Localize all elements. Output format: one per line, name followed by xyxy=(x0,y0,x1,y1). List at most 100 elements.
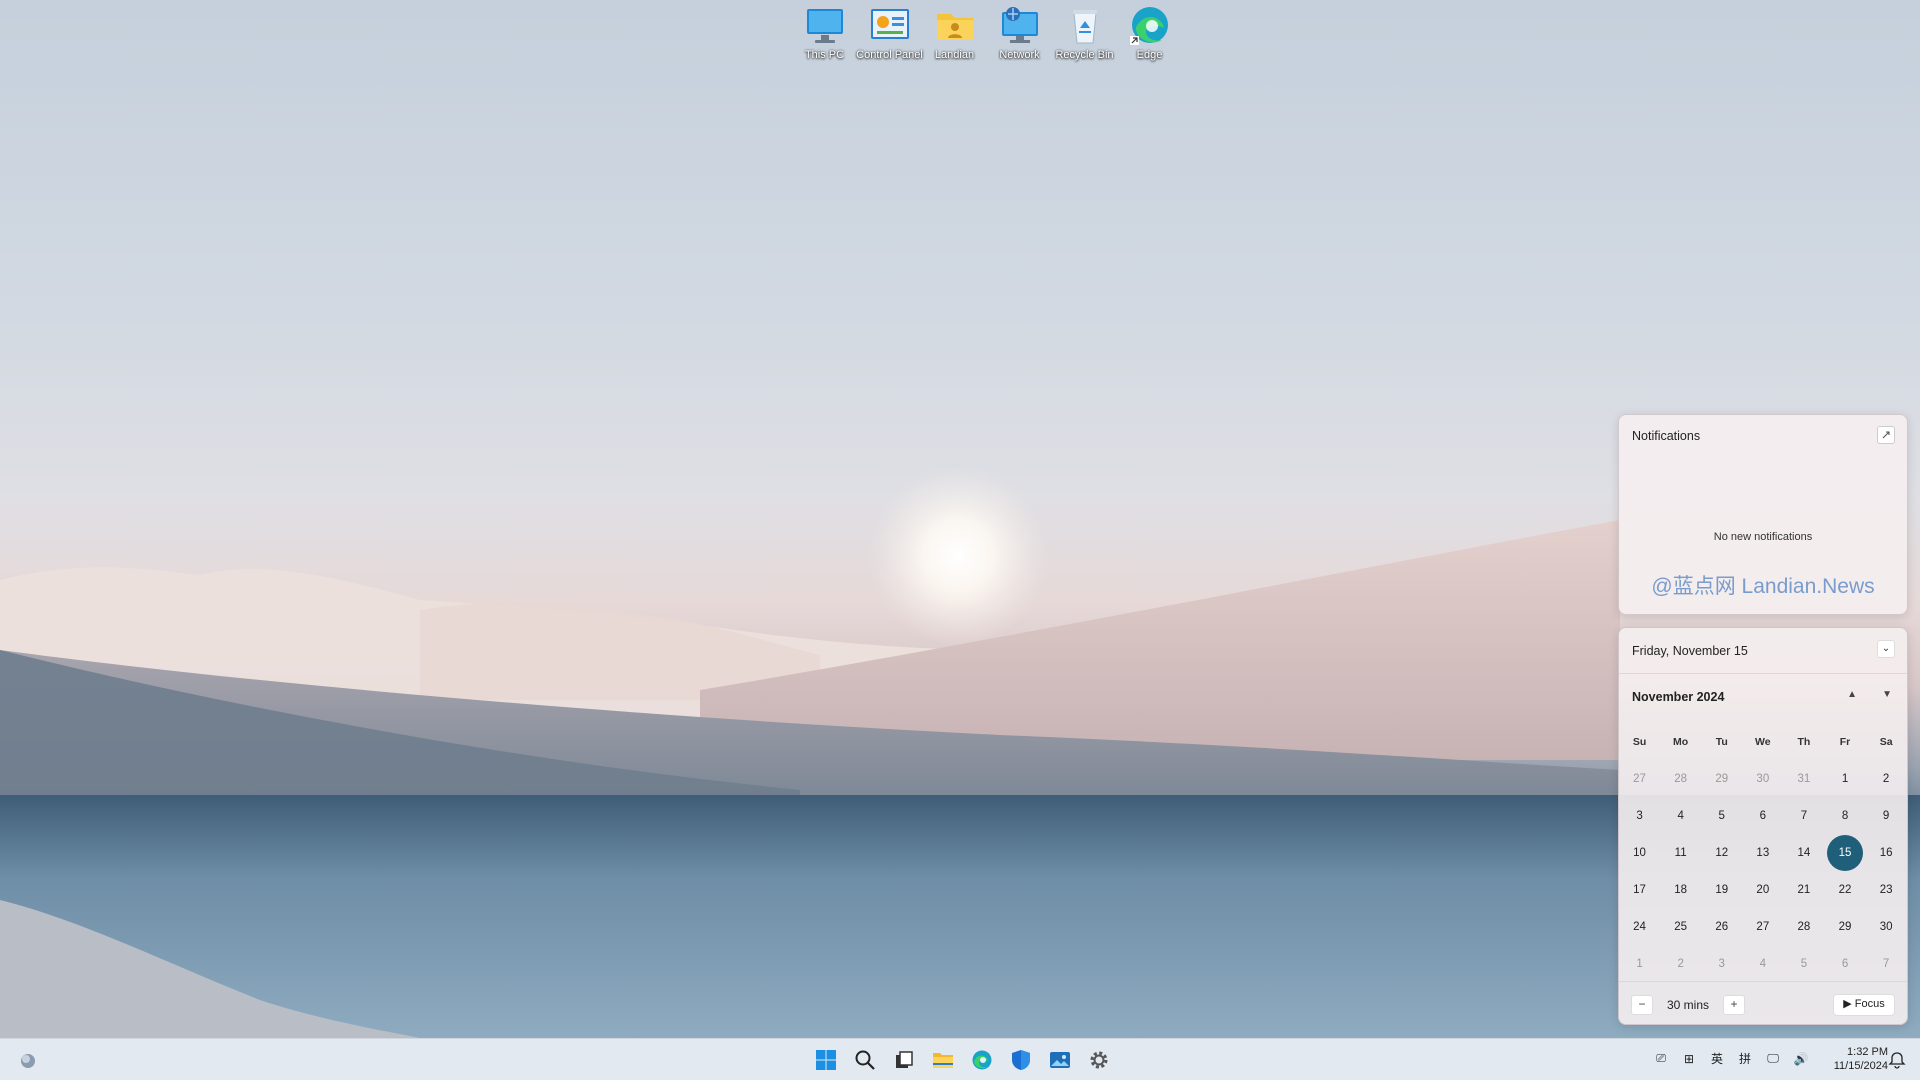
ime-indicator[interactable]: 拼 xyxy=(1736,1050,1754,1067)
calendar-day[interactable]: 28 xyxy=(1660,760,1701,797)
calendar-day[interactable]: 27 xyxy=(1619,760,1660,797)
calendar-day[interactable]: 5 xyxy=(1783,945,1824,982)
calendar-day[interactable]: 14 xyxy=(1783,834,1824,871)
monitor-icon xyxy=(806,9,843,43)
calendar-day[interactable]: 1 xyxy=(1619,945,1660,982)
calendar-day[interactable]: 7 xyxy=(1866,945,1907,982)
calendar-day[interactable]: 30 xyxy=(1866,908,1907,945)
calendar-day-number: 16 xyxy=(1879,846,1893,859)
search-button[interactable] xyxy=(851,1046,879,1074)
desktop-icon-network[interactable]: Network xyxy=(987,4,1052,61)
desktop-icon-landian[interactable]: Landian xyxy=(922,4,987,61)
file-explorer-button[interactable] xyxy=(929,1046,957,1074)
windows-security-button[interactable] xyxy=(1007,1046,1035,1074)
calendar-day[interactable]: 3 xyxy=(1701,945,1742,982)
notification-settings-button[interactable] xyxy=(1877,426,1895,444)
desktop-icon-recycle-bin[interactable]: Recycle Bin xyxy=(1052,4,1117,61)
calendar-day-number: 4 xyxy=(1677,809,1684,822)
calendar-day[interactable]: 7 xyxy=(1783,797,1824,834)
focus-increase-button[interactable]: + xyxy=(1723,995,1745,1015)
task-view-button[interactable] xyxy=(890,1046,918,1074)
calendar-day[interactable]: 18 xyxy=(1660,871,1701,908)
photos-icon xyxy=(1050,1052,1070,1068)
taskbar-apps xyxy=(812,1046,1113,1074)
calendar-day[interactable]: 29 xyxy=(1824,908,1865,945)
app-tray-icon[interactable]: ⊞ xyxy=(1680,1052,1698,1066)
volume-icon[interactable]: 🔊 xyxy=(1792,1052,1810,1066)
calendar-day[interactable]: 6 xyxy=(1824,945,1865,982)
previous-month-button[interactable]: ▲ xyxy=(1847,689,1857,700)
calendar-day[interactable]: 11 xyxy=(1660,834,1701,871)
calendar-day[interactable]: 9 xyxy=(1866,797,1907,834)
calendar-day[interactable]: 25 xyxy=(1660,908,1701,945)
calendar-day[interactable]: 30 xyxy=(1742,760,1783,797)
calendar-day[interactable]: 29 xyxy=(1701,760,1742,797)
calendar-day-number: 2 xyxy=(1677,957,1684,970)
calendar-day-number: 1 xyxy=(1636,957,1643,970)
calendar-day-number: 31 xyxy=(1797,772,1811,785)
calendar-day[interactable]: 21 xyxy=(1783,871,1824,908)
calendar-day[interactable]: 28 xyxy=(1783,908,1824,945)
calendar-day[interactable]: 23 xyxy=(1866,871,1907,908)
calendar-day-number: 3 xyxy=(1718,957,1725,970)
calendar-day-number: 15 xyxy=(1827,834,1864,871)
desktop-icon-label: This PC xyxy=(804,49,845,61)
focus-start-button[interactable]: ▶ Focus xyxy=(1833,994,1895,1016)
system-tray: ⎚ ⊞ 英 拼 🖵 🔊 xyxy=(1652,1050,1810,1067)
notification-bell-icon[interactable] xyxy=(1888,1051,1906,1069)
weather-widget-icon[interactable] xyxy=(18,1050,38,1070)
desktop-icon-control-panel[interactable]: Control Panel xyxy=(856,4,923,61)
calendar-day[interactable]: 22 xyxy=(1824,871,1865,908)
input-mode-indicator[interactable]: 英 xyxy=(1708,1050,1726,1067)
calendar-day[interactable]: 4 xyxy=(1742,945,1783,982)
calendar-date-header: Friday, November 15 xyxy=(1632,644,1748,658)
calendar-weekday: Mo xyxy=(1673,735,1689,748)
calendar-day[interactable]: 26 xyxy=(1701,908,1742,945)
calendar-day-number: 3 xyxy=(1636,809,1643,822)
calendar-day[interactable]: 19 xyxy=(1701,871,1742,908)
windows-icon xyxy=(816,1050,836,1070)
next-month-button[interactable]: ▼ xyxy=(1882,689,1892,700)
calendar-day-number: 5 xyxy=(1800,957,1808,970)
calendar-day-number: 17 xyxy=(1633,883,1646,896)
edge-button[interactable] xyxy=(968,1046,996,1074)
clock-date: 11/15/2024 xyxy=(1833,1060,1888,1072)
calendar-day[interactable]: 31 xyxy=(1783,760,1824,797)
photos-button[interactable] xyxy=(1046,1046,1074,1074)
network-status-icon[interactable]: 🖵 xyxy=(1764,1051,1782,1066)
calendar-day[interactable]: 1 xyxy=(1824,760,1865,797)
desktop-icon-label: Control Panel xyxy=(856,49,923,61)
calendar-day-number: 21 xyxy=(1797,883,1811,896)
calendar-day[interactable]: 10 xyxy=(1619,834,1660,871)
calendar-day[interactable]: 8 xyxy=(1824,797,1865,834)
calendar-day[interactable]: 13 xyxy=(1742,834,1783,871)
calendar-day-number: 18 xyxy=(1674,883,1688,896)
calendar-day[interactable]: 17 xyxy=(1619,871,1660,908)
calendar-day[interactable]: 3 xyxy=(1619,797,1660,834)
calendar-day[interactable]: 27 xyxy=(1742,908,1783,945)
calendar-day[interactable]: 20 xyxy=(1742,871,1783,908)
divider xyxy=(1619,673,1907,674)
calendar-day[interactable]: 6 xyxy=(1742,797,1783,834)
calendar-day[interactable]: 24 xyxy=(1619,908,1660,945)
calendar-day[interactable]: 5 xyxy=(1701,797,1742,834)
desktop-icon-edge[interactable]: Edge xyxy=(1117,4,1182,61)
calendar-day[interactable]: 12 xyxy=(1701,834,1742,871)
focus-decrease-button[interactable]: − xyxy=(1631,995,1653,1015)
calendar-day[interactable]: 4 xyxy=(1660,797,1701,834)
calendar-day[interactable]: 2 xyxy=(1660,945,1701,982)
calendar-day-number: 23 xyxy=(1879,883,1893,896)
calendar-day[interactable]: 2 xyxy=(1866,760,1907,797)
calendar-day-number: 7 xyxy=(1882,957,1890,970)
calendar-collapse-button[interactable]: ⌄ xyxy=(1877,640,1895,658)
taskbar-clock[interactable]: 1:32 PM 11/15/2024 xyxy=(1822,1045,1888,1073)
calendar-day-today[interactable]: 15 xyxy=(1824,834,1865,871)
desktop-icon-this-pc[interactable]: This PC xyxy=(792,4,857,61)
calendar-day-number: 30 xyxy=(1756,772,1770,785)
calendar-month-label[interactable]: November 2024 xyxy=(1632,690,1724,704)
calendar-day[interactable]: 16 xyxy=(1866,834,1907,871)
start-button[interactable] xyxy=(812,1046,840,1074)
calendar-day-number: 6 xyxy=(1841,957,1849,970)
settings-button[interactable] xyxy=(1085,1046,1113,1074)
usb-icon[interactable]: ⎚ xyxy=(1652,1051,1670,1066)
